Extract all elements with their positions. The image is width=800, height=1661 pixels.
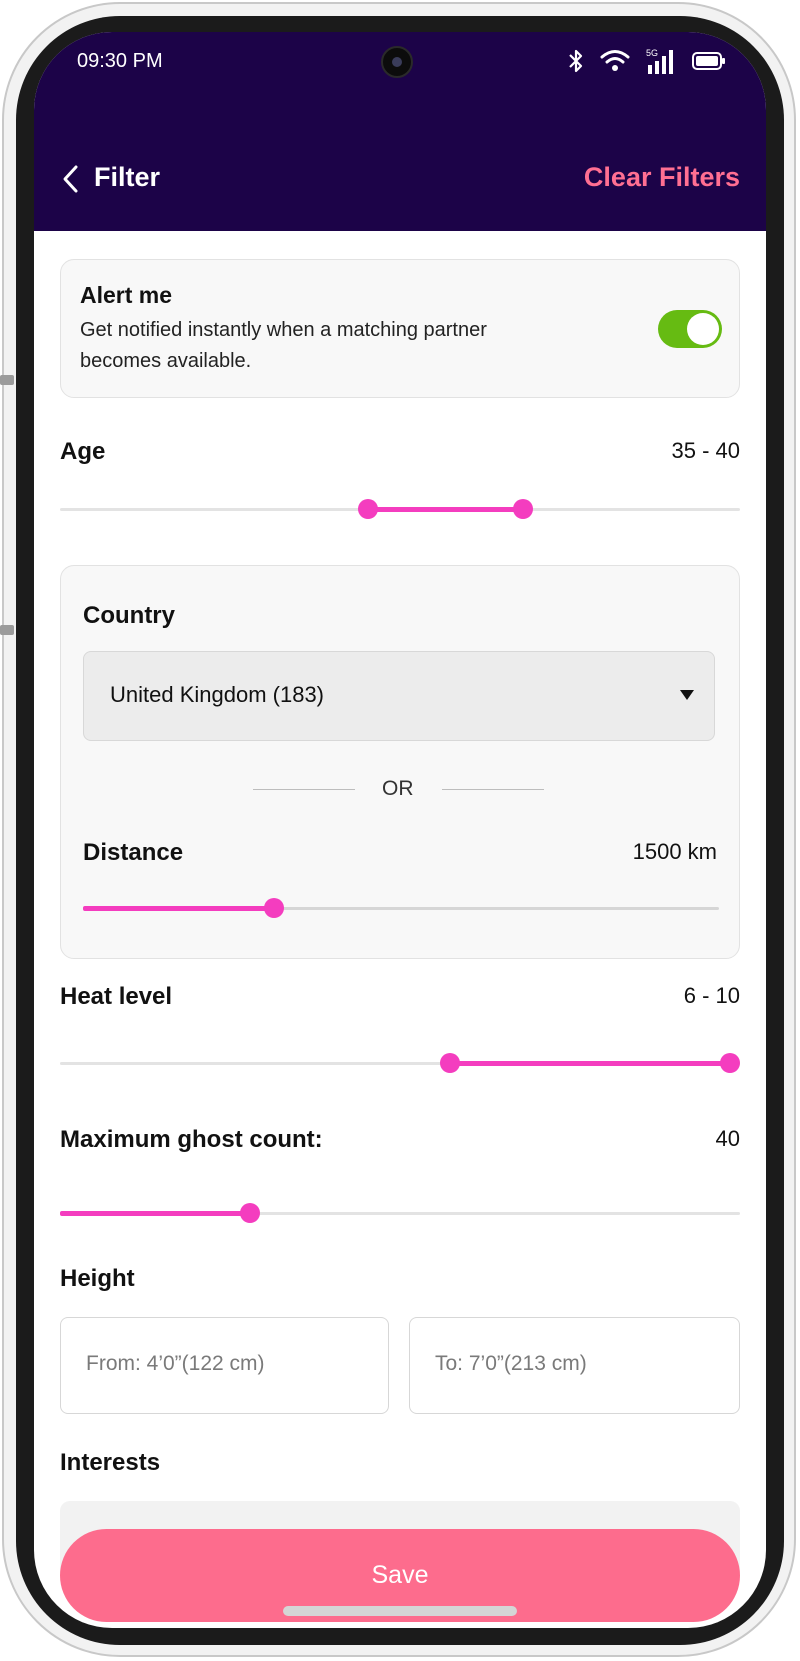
caret-down-icon: [680, 690, 694, 700]
app-bar: Filter Clear Filters: [34, 94, 766, 231]
alert-description-cont: becomes available.: [80, 350, 252, 372]
page-title: Filter: [94, 162, 161, 192]
height-from-input[interactable]: From: 4’0”(122 cm): [60, 1317, 389, 1414]
height-label: Height: [60, 1265, 135, 1292]
status-time: 09:30 PM: [77, 50, 163, 72]
height-to-input[interactable]: To: 7’0”(213 cm): [409, 1317, 740, 1414]
heat-slider-range: [450, 1061, 730, 1066]
distance-slider-handle[interactable]: [264, 898, 284, 918]
heat-slider-min-handle[interactable]: [440, 1053, 460, 1073]
country-select[interactable]: United Kingdom (183): [83, 651, 715, 741]
heat-slider-max-handle[interactable]: [720, 1053, 740, 1073]
svg-text:5G: 5G: [646, 48, 658, 58]
distance-label: Distance: [83, 839, 184, 866]
distance-slider-fill: [83, 906, 274, 911]
filter-content: Alert me Get notified instantly when a m…: [34, 231, 766, 1628]
ghost-slider-fill: [60, 1211, 250, 1216]
side-button: [0, 625, 14, 635]
ghost-count-value: 40: [715, 1126, 740, 1151]
5g-signal-icon: 5G: [646, 48, 676, 74]
height-to-placeholder: To: 7’0”(213 cm): [435, 1352, 587, 1375]
home-indicator[interactable]: [283, 1606, 517, 1616]
ghost-slider-handle[interactable]: [240, 1203, 260, 1223]
location-card: Country United Kingdom (183) OR Distance…: [60, 565, 740, 959]
front-camera: [381, 46, 413, 78]
age-slider-range: [368, 507, 523, 512]
country-selected-value: United Kingdom (183): [110, 682, 325, 707]
or-label: OR: [382, 777, 414, 800]
country-label: Country: [83, 602, 175, 629]
alert-title: Alert me: [80, 282, 173, 308]
battery-icon: [692, 51, 726, 71]
screen: 09:30 PM 5G Filter Clear Filters Alert m…: [34, 32, 766, 1628]
heat-level-value: 6 - 10: [683, 983, 740, 1008]
side-button: [0, 375, 14, 385]
interests-label: Interests: [60, 1449, 161, 1476]
heat-level-label: Heat level: [60, 983, 173, 1010]
alert-description: Get notified instantly when a matching p…: [80, 319, 487, 341]
alert-card: Alert me Get notified instantly when a m…: [60, 259, 740, 398]
clear-filters-button[interactable]: Clear Filters: [584, 162, 740, 193]
age-slider-min-handle[interactable]: [358, 499, 378, 519]
ghost-count-label: Maximum ghost count:: [60, 1126, 323, 1153]
divider: [442, 789, 544, 790]
age-label: Age: [60, 438, 106, 465]
height-from-placeholder: From: 4’0”(122 cm): [86, 1352, 265, 1375]
age-slider-max-handle[interactable]: [513, 499, 533, 519]
chevron-left-icon[interactable]: [60, 164, 84, 194]
distance-value: 1500 km: [632, 839, 717, 864]
age-value: 35 - 40: [671, 438, 741, 463]
status-bar: 09:30 PM 5G: [34, 32, 766, 94]
divider: [253, 789, 355, 790]
alert-toggle[interactable]: [658, 310, 722, 348]
wifi-icon: [600, 49, 630, 73]
status-icons: 5G: [568, 48, 726, 74]
bluetooth-icon: [568, 48, 584, 74]
